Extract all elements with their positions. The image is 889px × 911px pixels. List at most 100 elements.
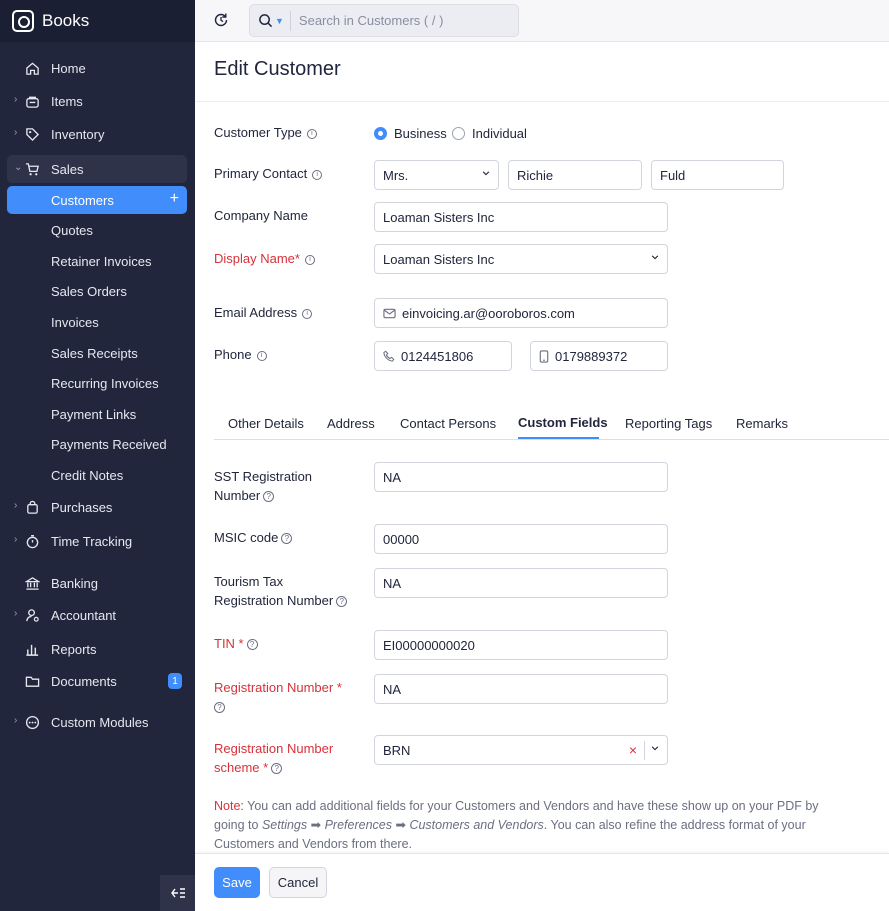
company-name-field[interactable]: Loaman Sisters Inc (374, 202, 668, 232)
sidebar-item-reports[interactable]: Reports (0, 635, 195, 663)
search-box[interactable]: ▼ (249, 4, 519, 37)
sidebar-item-sales-orders[interactable]: Sales Orders (0, 277, 195, 305)
info-icon[interactable]: i (302, 308, 313, 319)
brand[interactable]: Books (0, 0, 195, 42)
divider (289, 10, 291, 31)
arrow-right-icon: ➡ (395, 818, 406, 832)
save-button[interactable]: Save (214, 867, 260, 898)
sidebar-item-inventory[interactable]: › Inventory (0, 120, 195, 148)
sidebar-item-sales[interactable]: ⌄ Sales (7, 155, 187, 183)
recent-activity-icon[interactable] (213, 12, 229, 28)
sidebar-item-label: Custom Modules (51, 714, 149, 730)
sidebar-item-recurring-invoices[interactable]: Recurring Invoices (0, 369, 195, 397)
radio-selected-icon (374, 127, 387, 140)
collapse-icon (170, 888, 185, 898)
divider (195, 101, 889, 102)
divider (214, 439, 889, 440)
collapse-sidebar-button[interactable] (160, 875, 195, 911)
home-icon (24, 60, 41, 77)
sidebar-item-quotes[interactable]: Quotes (0, 216, 195, 244)
mobile-phone-field[interactable]: 0179889372 (530, 341, 668, 371)
basket-icon (24, 93, 41, 110)
info-icon[interactable]: i (312, 169, 323, 180)
sidebar-item-label: Documents (51, 673, 117, 689)
first-name-field[interactable]: Richie (508, 160, 642, 190)
registration-scheme-select[interactable]: BRN × (374, 735, 668, 765)
sidebar-item-invoices[interactable]: Invoices (0, 308, 195, 336)
tin-label: TIN *? (214, 634, 258, 653)
company-name-label: Company Name (214, 208, 308, 223)
sidebar-item-custom-modules[interactable]: › Custom Modules (0, 708, 195, 736)
folder-icon (24, 673, 41, 690)
sidebar-item-label: Retainer Invoices (51, 253, 152, 269)
tab-contact-persons[interactable]: Contact Persons (400, 408, 496, 440)
radio-unselected-icon (452, 127, 465, 140)
tab-custom-fields[interactable]: Custom Fields (518, 407, 608, 439)
cancel-button[interactable]: Cancel (269, 867, 327, 898)
search-input[interactable] (298, 13, 499, 28)
display-name-label: Display Name* i (214, 249, 315, 268)
sidebar-item-items[interactable]: › Items (0, 87, 195, 115)
display-name-select[interactable]: Loaman Sisters Inc (374, 244, 668, 274)
sidebar-item-label: Credit Notes (51, 467, 124, 483)
customer-type-business-radio[interactable]: Business (374, 126, 447, 141)
chevron-right-icon: › (14, 715, 18, 726)
sidebar-item-accountant[interactable]: › Accountant (0, 601, 195, 629)
sidebar-item-home[interactable]: Home (0, 54, 195, 82)
clear-icon[interactable]: × (629, 742, 637, 758)
search-icon[interactable] (258, 13, 273, 28)
msic-code-field[interactable]: 00000 (374, 524, 668, 554)
tab-reporting-tags[interactable]: Reporting Tags (625, 408, 712, 440)
email-label: Email Address i (214, 303, 313, 322)
last-name-field[interactable]: Fuld (651, 160, 784, 190)
sidebar-item-time-tracking[interactable]: › Time Tracking (0, 527, 195, 555)
sidebar-item-banking[interactable]: Banking (0, 569, 195, 597)
custom-fields-note: Note: You can add additional fields for … (214, 799, 819, 851)
help-icon[interactable]: ? (281, 533, 293, 545)
sidebar-item-purchases[interactable]: › Purchases (0, 493, 195, 521)
info-icon[interactable]: i (306, 128, 317, 139)
tab-address[interactable]: Address (327, 408, 375, 440)
documents-count-badge: 1 (168, 673, 182, 689)
chevron-down-icon[interactable]: ▼ (275, 16, 284, 26)
tab-remarks[interactable]: Remarks (736, 408, 788, 440)
phone-icon (383, 350, 395, 362)
sidebar-item-payments-received[interactable]: Payments Received (0, 430, 195, 458)
sidebar-item-retainer-invoices[interactable]: Retainer Invoices (0, 247, 195, 275)
chevron-down-icon[interactable] (651, 744, 659, 752)
arrow-right-icon: ➡ (310, 818, 322, 832)
tag-icon (24, 126, 41, 143)
help-icon[interactable]: ? (263, 491, 275, 503)
chevron-right-icon: › (14, 127, 18, 138)
sidebar-item-payment-links[interactable]: Payment Links (0, 400, 195, 428)
tab-other-details[interactable]: Other Details (228, 408, 304, 440)
chevron-right-icon: › (14, 94, 18, 105)
sidebar: Books Home › Items › Inventory ⌄ Sales C… (0, 0, 195, 911)
help-icon[interactable]: ? (271, 763, 283, 775)
email-field[interactable]: einvoicing.ar@ooroboros.com (374, 298, 668, 328)
books-logo-icon (12, 10, 34, 32)
msic-code-label: MSIC code? (214, 528, 293, 547)
help-icon[interactable]: ? (214, 702, 225, 714)
sidebar-item-sales-receipts[interactable]: Sales Receipts (0, 339, 195, 367)
help-icon[interactable]: ? (246, 639, 258, 651)
info-icon[interactable]: i (304, 254, 315, 265)
help-icon[interactable]: ? (336, 596, 348, 608)
work-phone-field[interactable]: 0124451806 (374, 341, 512, 371)
chevron-down-icon: ⌄ (14, 162, 23, 173)
sidebar-item-label: Reports (51, 641, 97, 657)
sidebar-item-credit-notes[interactable]: Credit Notes (0, 461, 195, 489)
sidebar-item-label: Invoices (51, 314, 99, 330)
tourism-tax-field[interactable]: NA (374, 568, 668, 598)
sidebar-item-documents[interactable]: Documents 1 (0, 667, 195, 695)
sidebar-item-customers[interactable]: Customers + (7, 186, 187, 214)
salutation-select[interactable]: Mrs. (374, 160, 499, 190)
registration-number-field[interactable]: NA (374, 674, 668, 704)
customer-type-individual-radio[interactable]: Individual (452, 126, 527, 141)
add-customer-icon[interactable]: + (170, 190, 179, 208)
tin-field[interactable]: EI00000000020 (374, 630, 668, 660)
sst-registration-field[interactable]: NA (374, 462, 668, 492)
info-icon[interactable]: i (256, 350, 267, 361)
chevron-down-icon (482, 171, 490, 176)
phone-label: Phone i (214, 345, 267, 364)
